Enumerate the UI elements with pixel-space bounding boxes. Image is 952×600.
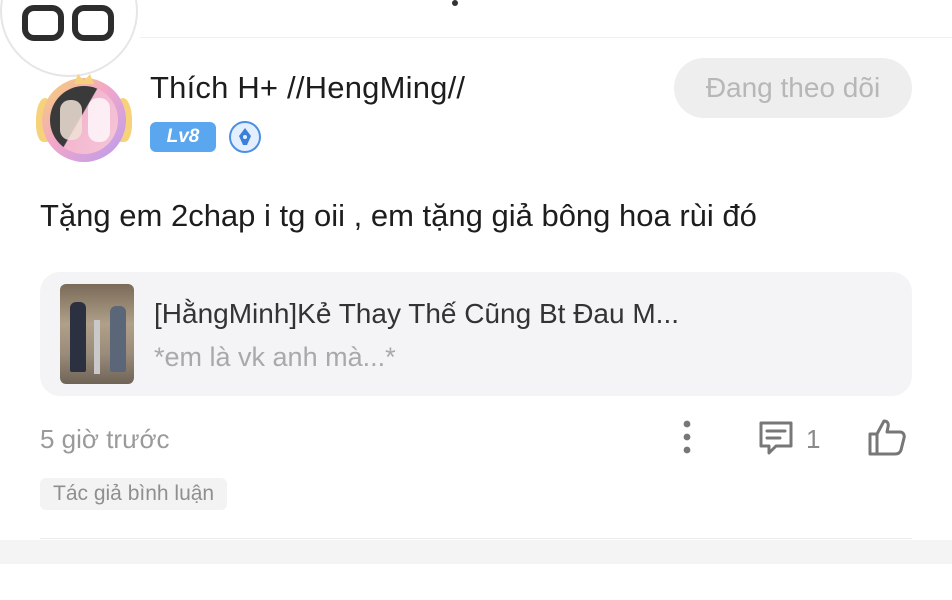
- more-vertical-icon[interactable]: [676, 418, 698, 456]
- comment-text: Tặng em 2chap i tg oii , em tặng giả bôn…: [40, 198, 757, 233]
- header-indicator: [452, 0, 458, 6]
- header-divider: [140, 37, 952, 38]
- section-separator: [0, 540, 952, 564]
- pen-badge-icon: [229, 121, 261, 153]
- like-icon[interactable]: [866, 416, 908, 458]
- divider: [40, 538, 912, 539]
- logo-glyph: [22, 5, 114, 41]
- username[interactable]: Thích H+ //HengMing//: [150, 70, 465, 106]
- app-logo-icon[interactable]: [0, 0, 138, 77]
- story-subtitle: *em là vk anh mà...*: [154, 342, 396, 372]
- avatar-photo: [50, 86, 118, 154]
- story-card[interactable]: [HằngMinh]Kẻ Thay Thế Cũng Bt Đau M... *…: [40, 272, 912, 396]
- comment-icon[interactable]: [756, 418, 796, 458]
- reply-count: 1: [806, 424, 821, 454]
- avatar[interactable]: [36, 74, 132, 164]
- story-title: [HằngMinh]Kẻ Thay Thế Cũng Bt Đau M...: [154, 298, 680, 329]
- comment-time: 5 giờ trước: [40, 424, 170, 454]
- following-button[interactable]: Đang theo dõi: [674, 58, 912, 118]
- comment-page: Thích H+ //HengMing// Lv8 Đang theo dõi …: [0, 0, 952, 600]
- author-comment-tag: Tác giả bình luận: [40, 478, 228, 510]
- level-badge: Lv8: [150, 122, 216, 152]
- story-thumbnail: [60, 284, 134, 384]
